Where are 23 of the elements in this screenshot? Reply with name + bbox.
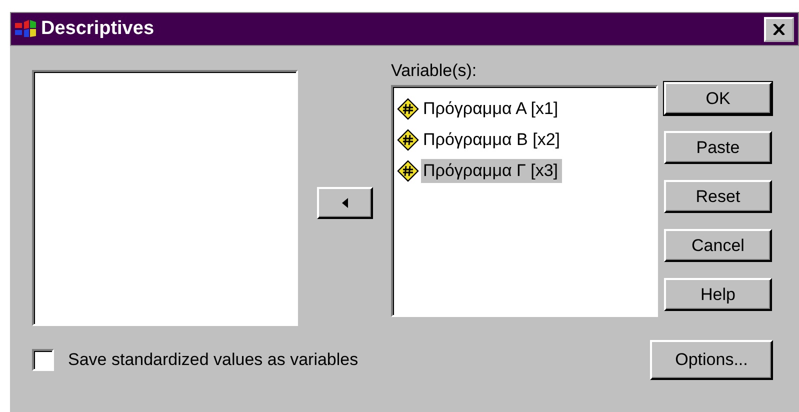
app-icon <box>15 20 37 38</box>
scale-variable-icon <box>397 128 419 150</box>
dialog-button[interactable]: Reset <box>664 180 772 213</box>
dialog-button[interactable]: Help <box>664 278 772 311</box>
dialog-button[interactable]: OK <box>664 82 772 115</box>
window-title: Descriptives <box>41 18 156 40</box>
move-button[interactable] <box>316 187 372 219</box>
dialog-button[interactable]: Cancel <box>664 229 772 262</box>
dialog-button[interactable]: Paste <box>664 131 772 164</box>
close-icon <box>773 24 785 34</box>
source-variable-list[interactable] <box>32 70 298 326</box>
scale-variable-icon <box>397 98 419 120</box>
close-button[interactable] <box>764 16 794 42</box>
variables-label: Variable(s): <box>391 61 478 82</box>
left-arrow-icon <box>342 198 348 208</box>
variable-item[interactable]: Πρόγραμμα Β [x2] <box>421 128 564 152</box>
variable-item[interactable]: Πρόγραμμα Α [x1] <box>421 96 562 120</box>
options-button[interactable]: Options... <box>650 340 773 380</box>
checkbox-label: Save standardized values as variables <box>68 350 358 370</box>
checkbox[interactable] <box>32 349 54 371</box>
variables-list[interactable]: Πρόγραμμα Α [x1] Πρόγραμμα Β [x2] Πρόγραμμα Γ [x3] <box>391 85 658 317</box>
variable-item[interactable]: Πρόγραμμα Γ [x3] <box>421 158 562 182</box>
scale-variable-icon <box>397 160 419 182</box>
